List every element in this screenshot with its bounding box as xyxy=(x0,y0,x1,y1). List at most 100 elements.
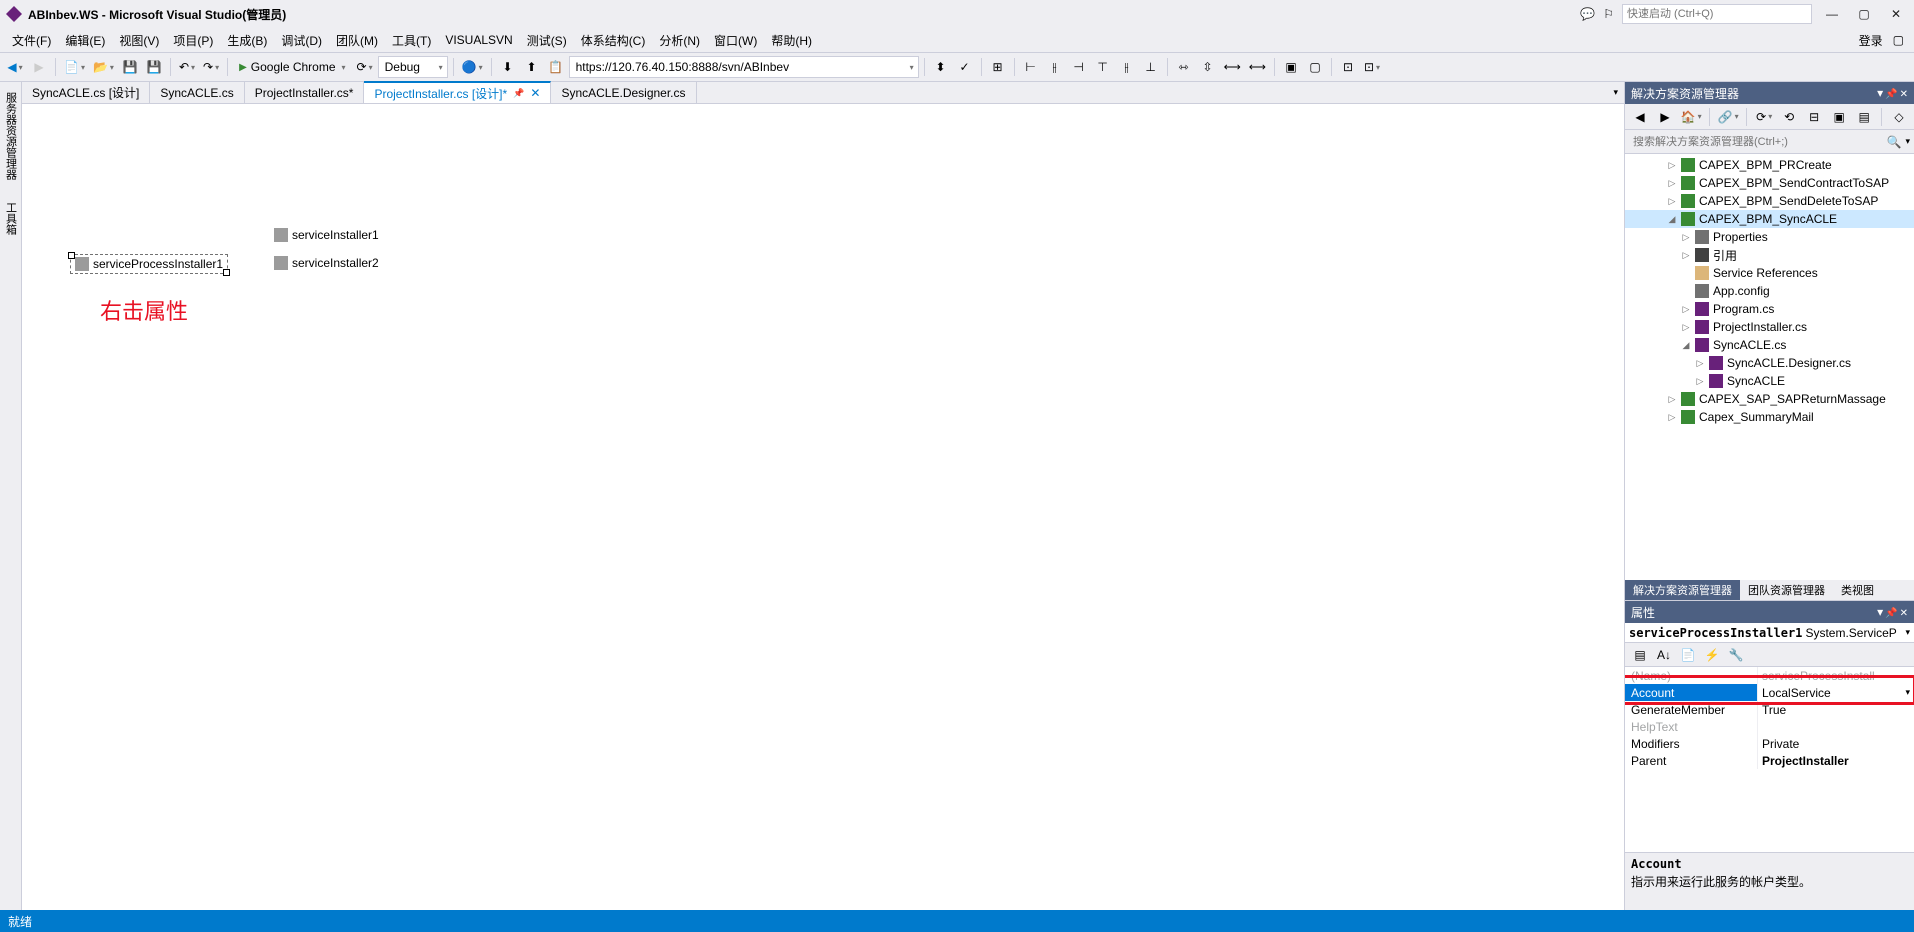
align-right-button[interactable]: ⊣ xyxy=(1068,56,1090,78)
tree-node[interactable]: ▷引用 xyxy=(1625,246,1914,264)
expander-icon[interactable]: ▷ xyxy=(1667,178,1677,189)
menu-VISUALSVN[interactable]: VISUALSVN xyxy=(439,31,518,49)
panel-tab[interactable]: 团队资源管理器 xyxy=(1740,580,1833,600)
tree-node[interactable]: ▷SyncACLE.Designer.cs xyxy=(1625,354,1914,372)
designer-canvas[interactable]: serviceProcessInstaller1 serviceInstaller… xyxy=(22,104,1624,910)
pin-icon[interactable] xyxy=(1885,86,1897,100)
close-panel-icon[interactable] xyxy=(1900,86,1908,100)
server-explorer-tab[interactable]: 服务器资源管理器 xyxy=(1,86,21,186)
home-icon[interactable]: 🏠 xyxy=(1679,106,1703,128)
expander-icon[interactable]: ▷ xyxy=(1681,232,1691,243)
tree-node[interactable]: ◢SyncACLE.cs xyxy=(1625,336,1914,354)
send-back-button[interactable]: ▢ xyxy=(1304,56,1326,78)
validate-button[interactable]: ✓ xyxy=(954,56,976,78)
more-tools-button[interactable]: ⊡ xyxy=(1361,56,1383,78)
menu-生成(B)[interactable]: 生成(B) xyxy=(221,30,273,51)
tree-node[interactable]: App.config xyxy=(1625,282,1914,300)
save-button[interactable]: 💾 xyxy=(119,56,141,78)
tree-node[interactable]: ◢CAPEX_BPM_SyncACLE xyxy=(1625,210,1914,228)
properties-grid[interactable]: (Name)serviceProcessInstallAccountLocalS… xyxy=(1625,667,1914,852)
expander-icon[interactable]: ▷ xyxy=(1695,376,1705,387)
align-center-button[interactable]: ⫲ xyxy=(1044,56,1066,78)
flag-icon[interactable]: ⚐ xyxy=(1603,7,1614,21)
property-row-(Name)[interactable]: (Name)serviceProcessInstall xyxy=(1625,667,1914,684)
bring-front-button[interactable]: ▣ xyxy=(1280,56,1302,78)
quick-launch-input[interactable] xyxy=(1622,4,1812,24)
sync-icon[interactable]: ⟲ xyxy=(1778,106,1800,128)
new-project-button[interactable]: 📄 xyxy=(61,56,88,78)
save-all-button[interactable]: 💾 xyxy=(143,56,165,78)
toolbox-tab[interactable]: 工具箱 xyxy=(1,196,21,241)
tree-node[interactable]: ▷CAPEX_BPM_PRCreate xyxy=(1625,156,1914,174)
close-tab-icon[interactable]: ✕ xyxy=(530,86,540,100)
props-wrench-icon[interactable]: 🔧 xyxy=(1725,644,1747,666)
properties-object-selector[interactable]: serviceProcessInstaller1 System.ServiceP… xyxy=(1625,623,1914,643)
tree-node[interactable]: ▷CAPEX_SAP_SAPReturnMassage xyxy=(1625,390,1914,408)
dropdown-icon[interactable]: ▾ xyxy=(1877,86,1883,100)
property-row-Account[interactable]: AccountLocalService▾ xyxy=(1625,684,1914,701)
align-left-button[interactable]: ⊢ xyxy=(1020,56,1042,78)
menu-文件(F)[interactable]: 文件(F) xyxy=(6,30,57,51)
expander-icon[interactable]: ▷ xyxy=(1695,358,1705,369)
nav-forward-button[interactable]: ▶ xyxy=(28,56,50,78)
expander-icon[interactable]: ▷ xyxy=(1681,250,1691,261)
undo-button[interactable]: ↶ xyxy=(176,56,198,78)
open-button[interactable]: 📂 xyxy=(90,56,117,78)
component-serviceInstaller2[interactable]: serviceInstaller2 xyxy=(270,254,383,272)
menu-体系结构(C)[interactable]: 体系结构(C) xyxy=(575,30,652,51)
panel-tab[interactable]: 解决方案资源管理器 xyxy=(1625,580,1740,600)
panel-tab[interactable]: 类视图 xyxy=(1833,580,1882,600)
tree-node[interactable]: ▷Capex_SummaryMail xyxy=(1625,408,1914,426)
redo-button[interactable]: ↷ xyxy=(200,56,222,78)
props-page-icon[interactable]: 📄 xyxy=(1677,644,1699,666)
expander-icon[interactable]: ▷ xyxy=(1681,322,1691,333)
layer-button[interactable]: ⬍ xyxy=(930,56,952,78)
tree-node[interactable]: ▷CAPEX_BPM_SendContractToSAP xyxy=(1625,174,1914,192)
categorized-icon[interactable]: ▤ xyxy=(1629,644,1651,666)
scope-icon[interactable]: 🔗 xyxy=(1716,106,1740,128)
expander-icon[interactable]: ▷ xyxy=(1667,394,1677,405)
config-selector[interactable]: Debug xyxy=(378,56,448,78)
expander-icon[interactable]: ◢ xyxy=(1667,214,1677,225)
properties-icon[interactable]: ▤ xyxy=(1853,106,1875,128)
doc-tab[interactable]: SyncACLE.cs [设计] xyxy=(22,82,150,103)
alphabetical-icon[interactable]: A↓ xyxy=(1653,644,1675,666)
minimize-button[interactable]: — xyxy=(1820,4,1844,24)
align-top-button[interactable]: ⊤ xyxy=(1092,56,1114,78)
props-dropdown-icon[interactable]: ▾ xyxy=(1877,605,1883,619)
svn-url-input[interactable]: https://120.76.40.150:8888/svn/ABInbev xyxy=(569,56,919,78)
menu-调试(D)[interactable]: 调试(D) xyxy=(275,30,328,51)
expander-icon[interactable]: ▷ xyxy=(1667,412,1677,423)
expander-icon[interactable]: ◢ xyxy=(1681,340,1691,351)
doc-tab[interactable]: ProjectInstaller.cs* xyxy=(245,82,365,103)
pending-icon[interactable]: ⟳ xyxy=(1753,106,1775,128)
notification-icon[interactable]: 💬 xyxy=(1580,7,1595,21)
login-dropdown-icon[interactable]: ▢ xyxy=(1893,33,1904,47)
solution-search-input[interactable] xyxy=(1629,136,1887,148)
menu-工具(T)[interactable]: 工具(T) xyxy=(386,30,437,51)
menu-分析(N)[interactable]: 分析(N) xyxy=(653,30,706,51)
doc-tab[interactable]: SyncACLE.Designer.cs xyxy=(551,82,696,103)
expander-icon[interactable]: ▷ xyxy=(1667,196,1677,207)
collapse-icon[interactable]: ⊟ xyxy=(1803,106,1825,128)
align-bottom-button[interactable]: ⊥ xyxy=(1140,56,1162,78)
menu-测试(S)[interactable]: 测试(S) xyxy=(521,30,573,51)
tree-node[interactable]: ▷SyncACLE xyxy=(1625,372,1914,390)
align-grid-button[interactable]: ⊞ xyxy=(987,56,1009,78)
show-all-icon[interactable]: ▣ xyxy=(1828,106,1850,128)
forward-icon[interactable]: ▶ xyxy=(1654,106,1676,128)
menu-编辑(E)[interactable]: 编辑(E) xyxy=(59,30,111,51)
property-row-Modifiers[interactable]: ModifiersPrivate xyxy=(1625,735,1914,752)
nav-back-button[interactable]: ◀ xyxy=(4,56,26,78)
tree-node[interactable]: ▷Program.cs xyxy=(1625,300,1914,318)
tree-node[interactable]: ▷CAPEX_BPM_SendDeleteToSAP xyxy=(1625,192,1914,210)
component-serviceProcessInstaller1[interactable]: serviceProcessInstaller1 xyxy=(70,254,228,274)
menu-窗口(W)[interactable]: 窗口(W) xyxy=(708,30,763,51)
tab-order-button[interactable]: ⊡ xyxy=(1337,56,1359,78)
search-icon[interactable]: 🔍 xyxy=(1887,135,1902,149)
svn-update-button[interactable]: ⬇ xyxy=(497,56,519,78)
preview-icon[interactable]: ◇ xyxy=(1888,106,1910,128)
maximize-button[interactable]: ▢ xyxy=(1852,4,1876,24)
login-link[interactable]: 登录 xyxy=(1859,32,1883,49)
property-row-GenerateMember[interactable]: GenerateMemberTrue xyxy=(1625,701,1914,718)
